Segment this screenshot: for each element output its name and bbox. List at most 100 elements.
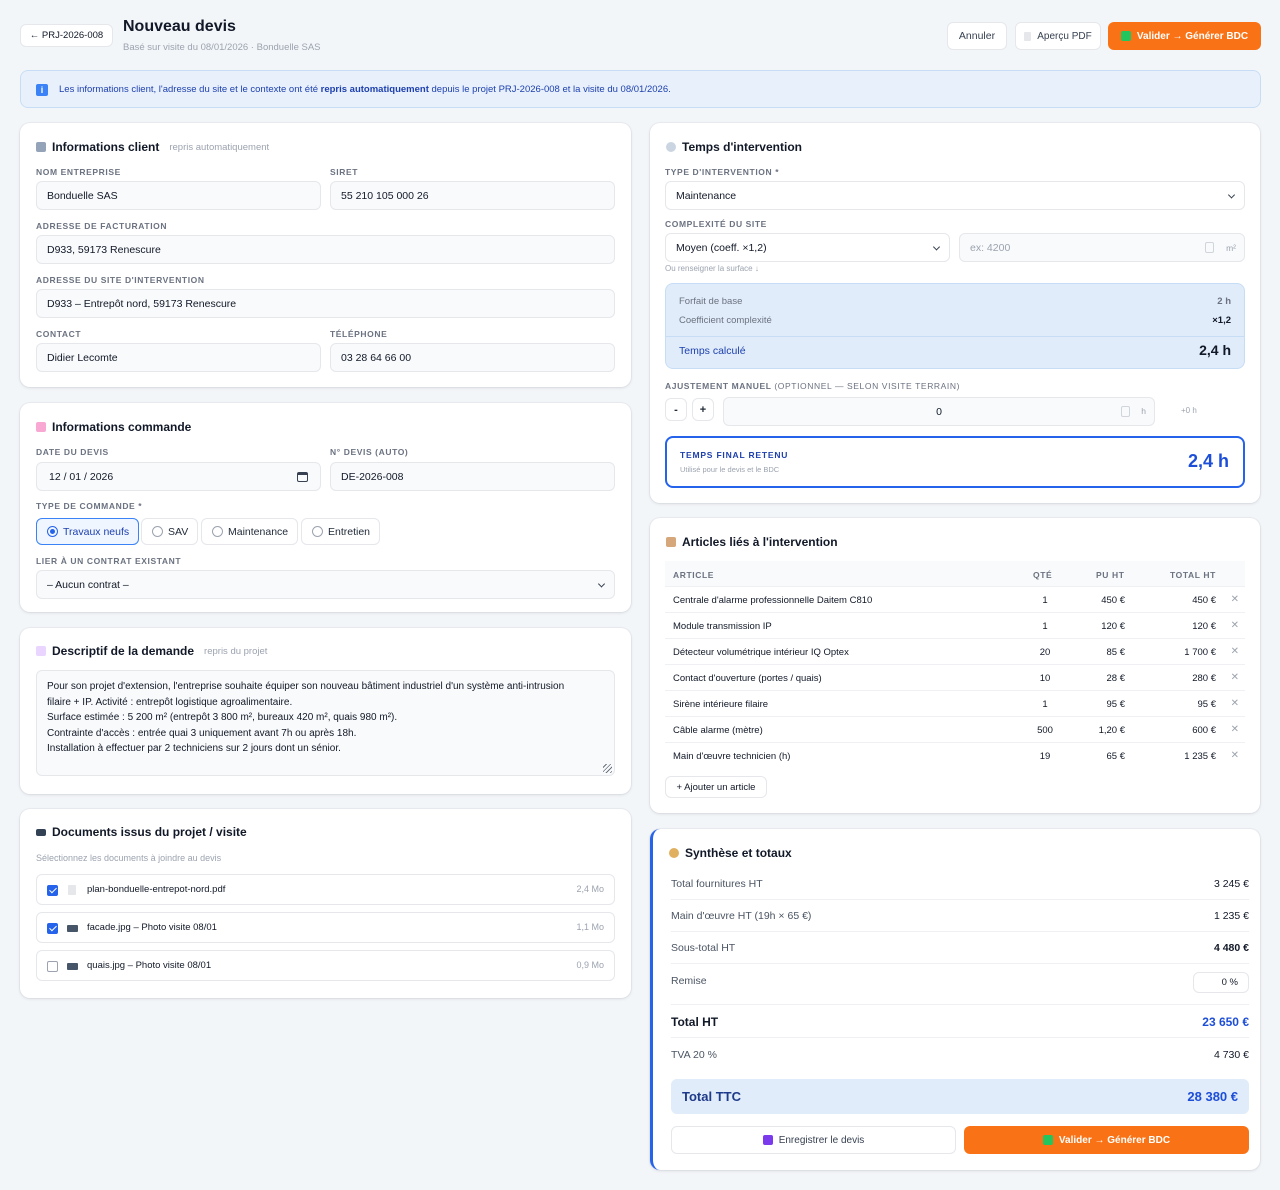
quote-date-value: 12 / 01 / 2026 xyxy=(49,470,114,483)
article-qty: 1 xyxy=(1042,595,1048,606)
radio-icon xyxy=(47,526,58,537)
article-unit-price: 450 € xyxy=(1101,595,1125,606)
order-info-title: Informations commande xyxy=(52,420,192,434)
vat-value: 4 730 € xyxy=(1213,1049,1249,1061)
article-total: 280 € xyxy=(1192,673,1216,684)
table-row: Contact d'ouverture (portes / quais) 10 … xyxy=(665,665,1245,691)
labor-value: 1 235 € xyxy=(1213,910,1249,922)
contract-select[interactable]: – Aucun contrat – xyxy=(36,570,615,599)
validate-generate-bdc-button[interactable]: Valider → Générer BDC xyxy=(1108,22,1261,50)
order-type-option-sav[interactable]: SAV xyxy=(141,518,199,545)
remove-row-icon[interactable]: ✕ xyxy=(1231,698,1239,709)
remove-row-icon[interactable]: ✕ xyxy=(1231,646,1239,657)
order-info-card: Informations commande Date du devis 12 /… xyxy=(20,403,631,612)
document-icon xyxy=(1024,31,1032,41)
article-name: Contact d'ouverture (portes / quais) xyxy=(673,673,822,684)
pdf-file-icon xyxy=(68,885,76,895)
intervention-type-select[interactable]: Maintenance xyxy=(665,181,1245,210)
description-line: Surface estimée : 5 200 m² (entrepôt 3 8… xyxy=(47,712,398,723)
article-total: 450 € xyxy=(1192,595,1216,606)
chevron-down-icon xyxy=(1227,190,1236,199)
total-ttc-value: 28 380 € xyxy=(1187,1089,1238,1104)
company-field[interactable]: Bonduelle SAS xyxy=(36,181,321,210)
final-time-value: 2,4 h xyxy=(1187,451,1229,471)
subtotal-label: Sous-total HT xyxy=(671,942,736,954)
document-item[interactable]: quais.jpg – Photo visite 08/01 0,9 Mo xyxy=(36,950,615,981)
save-quote-label: Enregistrer le devis xyxy=(778,1134,865,1146)
info-icon: i xyxy=(36,84,48,96)
table-row: Centrale d'alarme professionnelle Daitem… xyxy=(665,587,1245,613)
remove-row-icon[interactable]: ✕ xyxy=(1231,724,1239,735)
save-quote-button[interactable]: Enregistrer le devis xyxy=(671,1126,956,1154)
divider xyxy=(671,931,1249,932)
surface-placeholder: ex: 4200 xyxy=(970,241,1011,254)
total-ht-line: Total HT 23 650 € xyxy=(671,1015,1249,1029)
document-size: 0,9 Mo xyxy=(576,960,604,970)
add-article-button[interactable]: + Ajouter un article xyxy=(665,776,767,798)
description-textarea[interactable]: Pour son projet d'extension, l'entrepris… xyxy=(36,670,615,776)
description-line: filaire + IP. Activité : entrepôt logist… xyxy=(47,696,293,708)
phone-field[interactable]: 03 28 64 66 00 xyxy=(330,343,615,372)
description-note: repris du projet xyxy=(204,645,268,657)
quote-date-field[interactable]: 12 / 01 / 2026 xyxy=(36,462,321,491)
validate-generate-bdc-bottom-button[interactable]: Valider → Générer BDC xyxy=(964,1126,1249,1154)
article-name: Câble alarme (mètre) xyxy=(673,725,763,736)
preview-pdf-button[interactable]: Aperçu PDF xyxy=(1015,22,1101,50)
siret-label: SIRET xyxy=(330,167,359,177)
col-unit-price: PU HT xyxy=(1096,570,1125,580)
subtotal-line: Sous-total HT 4 480 € xyxy=(671,942,1249,954)
surface-hint: Ou renseigner la surface ↓ xyxy=(665,264,759,273)
final-time-label: Temps final retenu xyxy=(680,450,789,460)
resize-handle-icon[interactable] xyxy=(603,764,612,773)
info-banner: i Les informations client, l'adresse du … xyxy=(20,70,1261,108)
remove-row-icon[interactable]: ✕ xyxy=(1231,750,1239,761)
col-total: Total HT xyxy=(1170,570,1216,580)
articles-title: Articles liés à l'intervention xyxy=(682,535,838,549)
article-unit-price: 28 € xyxy=(1106,673,1126,684)
base-fee-label: Forfait de base xyxy=(679,296,743,307)
base-fee-value: 2 h xyxy=(1217,296,1231,307)
article-total: 1 235 € xyxy=(1184,751,1216,762)
cancel-button[interactable]: Annuler xyxy=(947,22,1007,50)
document-checkbox[interactable] xyxy=(47,961,58,972)
intervention-time-card: Temps d'intervention Type d'intervention… xyxy=(650,123,1260,503)
divider xyxy=(671,1037,1249,1038)
siret-field[interactable]: 55 210 105 000 26 xyxy=(330,181,615,210)
final-time-hint: Utilisé pour le devis et le BDC xyxy=(680,465,780,474)
article-unit-price: 95 € xyxy=(1106,699,1126,710)
discount-input[interactable]: 0 % xyxy=(1193,972,1249,993)
calendar-icon[interactable] xyxy=(297,472,308,482)
divider xyxy=(671,1004,1249,1005)
divider xyxy=(666,336,1244,337)
manual-adjust-label: Ajustement manuel (optionnel — selon vis… xyxy=(665,381,961,391)
intervention-time-title: Temps d'intervention xyxy=(682,140,802,154)
complexity-select[interactable]: Moyen (coeff. ×1,2) xyxy=(665,233,950,262)
spinner-icon[interactable] xyxy=(1205,242,1214,253)
billing-address-field[interactable]: D933, 59173 Renescure xyxy=(36,235,615,264)
total-ttc-label: Total TTC xyxy=(682,1089,741,1104)
description-header: Descriptif de la demande repris du proje… xyxy=(36,644,267,658)
articles-card: Articles liés à l'intervention Article Q… xyxy=(650,518,1260,813)
back-button[interactable]: ← PRJ-2026-008 xyxy=(20,24,113,47)
remove-row-icon[interactable]: ✕ xyxy=(1231,672,1239,683)
contact-field[interactable]: Didier Lecomte xyxy=(36,343,321,372)
intervention-type-value: Maintenance xyxy=(676,189,737,202)
manual-adjust-input[interactable]: 0 h xyxy=(723,397,1155,426)
spinner-icon[interactable] xyxy=(1121,406,1130,417)
order-type-option-maintenance[interactable]: Maintenance xyxy=(201,518,299,545)
increase-button[interactable]: + xyxy=(692,398,714,421)
documents-header: Documents issus du projet / visite xyxy=(36,825,247,839)
decrease-button[interactable]: - xyxy=(665,398,687,421)
remove-row-icon[interactable]: ✕ xyxy=(1231,620,1239,631)
articles-table-header: Article Qté PU HT Total HT xyxy=(665,561,1245,587)
document-checkbox[interactable] xyxy=(47,885,58,896)
document-checkbox[interactable] xyxy=(47,923,58,934)
document-item[interactable]: facade.jpg – Photo visite 08/01 1,1 Mo xyxy=(36,912,615,943)
document-item[interactable]: plan-bonduelle-entrepot-nord.pdf 2,4 Mo xyxy=(36,874,615,905)
site-address-field[interactable]: D933 – Entrepôt nord, 59173 Renescure xyxy=(36,289,615,318)
surface-input[interactable]: ex: 4200 m² xyxy=(959,233,1245,262)
order-type-option-entretien[interactable]: Entretien xyxy=(301,518,381,545)
computed-time-value: 2,4 h xyxy=(1199,342,1231,358)
remove-row-icon[interactable]: ✕ xyxy=(1231,594,1239,605)
order-type-option-travaux-neufs[interactable]: Travaux neufs xyxy=(36,518,140,545)
